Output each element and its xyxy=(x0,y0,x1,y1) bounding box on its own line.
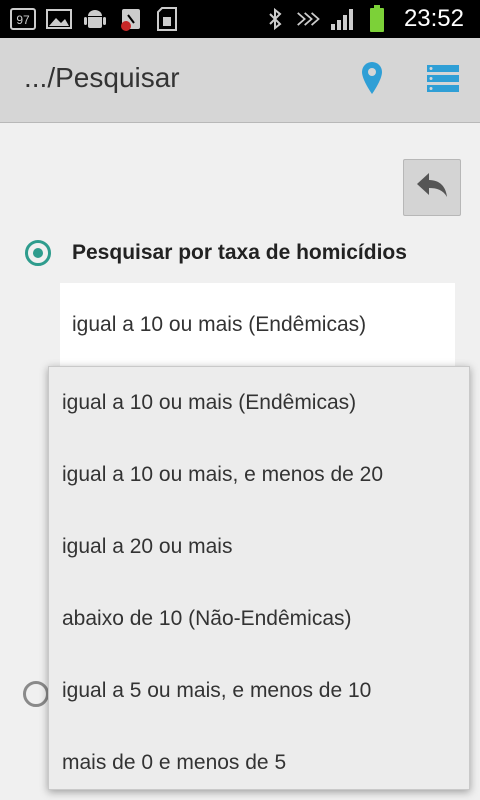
dropdown-option-label: mais de 0 e menos de 5 xyxy=(62,751,287,774)
svg-text:97: 97 xyxy=(16,13,30,27)
dropdown-option[interactable]: igual a 10 ou mais, e menos de 20 xyxy=(49,439,469,511)
radio-homicidios-label[interactable]: Pesquisar por taxa de homicídios xyxy=(72,241,407,265)
status-bar-left-icons: 97 xyxy=(10,5,180,33)
dropdown-list: igual a 10 ou mais (Endêmicas) igual a 1… xyxy=(48,366,470,790)
dropdown-option-label: igual a 10 ou mais (Endêmicas) xyxy=(62,391,357,414)
battery-icon xyxy=(364,5,390,32)
signal-icon xyxy=(330,7,356,31)
dropdown-option-label: abaixo de 10 (Não-Endêmicas) xyxy=(62,607,352,630)
dropdown-option-label: igual a 10 ou mais, e menos de 20 xyxy=(62,463,384,486)
location-button[interactable] xyxy=(352,60,392,100)
map-pin-icon xyxy=(360,61,384,100)
spinner-selected-value: igual a 10 ou mais (Endêmicas) xyxy=(72,313,367,336)
back-button[interactable] xyxy=(403,159,461,216)
page-title[interactable]: .../Pesquisar xyxy=(24,62,180,94)
status-bar-right-icons: 23:52 xyxy=(262,4,464,34)
dropdown-option[interactable]: igual a 20 ou mais xyxy=(49,511,469,583)
status-bar: 97 23:52 xyxy=(0,0,480,38)
dropdown-option[interactable]: abaixo de 10 (Não-Endêmicas) xyxy=(49,583,469,655)
dropdown-option-label: igual a 20 ou mais xyxy=(62,535,233,558)
network-activity-icon xyxy=(296,7,322,31)
list-icon xyxy=(427,64,459,97)
dropdown-option[interactable]: igual a 5 ou mais, e menos de 10 xyxy=(49,655,469,727)
dropdown-option-label: igual a 5 ou mais, e menos de 10 xyxy=(62,679,372,702)
sim-97-icon: 97 xyxy=(10,7,36,31)
list-menu-button[interactable] xyxy=(423,60,463,100)
radio-homicidios[interactable] xyxy=(25,240,51,266)
dropdown-option[interactable]: mais de 0 e menos de 5 xyxy=(49,727,469,789)
status-time: 23:52 xyxy=(403,5,464,32)
sync-alert-icon xyxy=(118,7,144,31)
android-icon xyxy=(82,7,108,31)
radio-second-option[interactable] xyxy=(23,681,49,707)
back-arrow-icon xyxy=(415,170,449,205)
homicide-rate-spinner[interactable]: igual a 10 ou mais (Endêmicas) xyxy=(60,283,455,367)
dropdown-option[interactable]: igual a 10 ou mais (Endêmicas) xyxy=(49,367,469,439)
sd-card-icon xyxy=(154,7,180,31)
action-bar: .../Pesquisar xyxy=(0,38,480,123)
image-icon xyxy=(46,7,72,31)
bluetooth-icon xyxy=(262,7,288,31)
